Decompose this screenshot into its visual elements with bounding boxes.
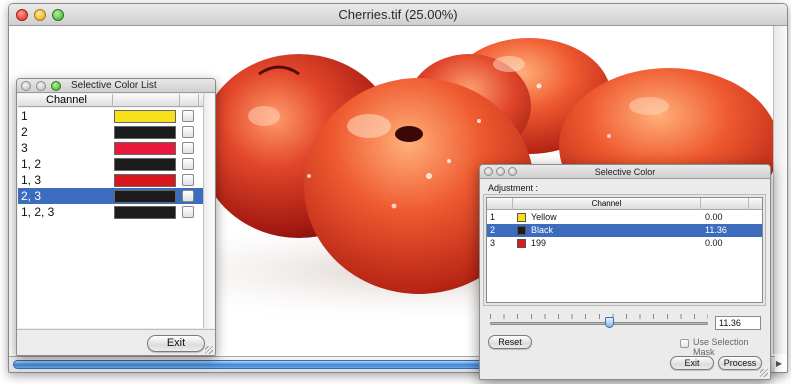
exit-button[interactable]: Exit	[670, 356, 714, 370]
channel-label: 3	[21, 141, 28, 155]
channel-table: Channel 1 Yellow 0.00 2 Black 11.36 3 19…	[486, 197, 763, 303]
selective-color-window: Selective Color Adjustment : Channel 1 Y…	[479, 164, 771, 380]
zoom-button[interactable]	[52, 9, 64, 21]
document-title-bar[interactable]: Cherries.tif (25.00%)	[9, 4, 787, 26]
list-item[interactable]: 3	[18, 140, 204, 156]
value-column-header[interactable]	[701, 198, 749, 210]
process-button[interactable]: Process	[718, 356, 762, 370]
selective-color-list-title-bar[interactable]: Selective Color List	[17, 79, 215, 93]
channel-checkbox[interactable]	[182, 142, 194, 154]
color-swatch[interactable]	[114, 126, 176, 139]
row-index: 1	[490, 212, 496, 222]
table-row[interactable]: 1 Yellow 0.00	[487, 211, 762, 224]
close-button[interactable]	[16, 9, 28, 21]
resize-grip-icon[interactable]	[760, 369, 768, 377]
channel-label: 2	[21, 125, 28, 139]
channel-table-header: Channel	[487, 198, 762, 210]
color-swatch	[517, 226, 526, 235]
table-row-selected[interactable]: 2 Black 11.36	[487, 224, 762, 237]
list-footer: Exit	[17, 329, 215, 355]
channel-name: Yellow	[531, 212, 557, 222]
selective-color-title-bar[interactable]: Selective Color	[480, 165, 770, 179]
slider-ticks	[490, 314, 708, 319]
channel-label: 2, 3	[21, 189, 42, 203]
minimize-button[interactable]	[34, 9, 46, 21]
resize-grip-icon[interactable]	[205, 346, 213, 354]
color-swatch[interactable]	[114, 158, 176, 171]
close-button[interactable]	[484, 167, 493, 176]
check-column-header[interactable]	[180, 94, 199, 107]
row-index: 2	[490, 225, 496, 235]
color-swatch[interactable]	[114, 206, 176, 219]
list-header: Channel	[18, 94, 204, 107]
list-item[interactable]: 1	[18, 108, 204, 124]
color-swatch[interactable]	[114, 190, 176, 203]
channel-column-header[interactable]: Channel	[18, 94, 113, 107]
slider-value-field[interactable]: 11.36	[715, 316, 761, 330]
list-item[interactable]: 1, 2, 3	[18, 204, 204, 220]
color-column-header[interactable]	[113, 94, 180, 107]
channel-value: 11.36	[705, 225, 727, 235]
index-column-header[interactable]	[487, 198, 513, 210]
minimize-button[interactable]	[496, 167, 505, 176]
channel-checkbox[interactable]	[182, 190, 194, 202]
use-selection-mask-label: Use Selection Mask	[693, 337, 749, 357]
channel-column-header[interactable]: Channel	[513, 198, 701, 210]
list-scrollbar[interactable]	[203, 94, 214, 328]
document-title: Cherries.tif (25.00%)	[338, 7, 458, 22]
zoom-button[interactable]	[508, 167, 517, 176]
channel-checkbox[interactable]	[182, 158, 194, 170]
channel-name: 199	[531, 238, 547, 248]
minimize-button[interactable]	[36, 81, 46, 91]
scroll-right-icon[interactable]: ▶	[773, 357, 785, 371]
channel-name: Black	[531, 225, 554, 235]
channel-checkbox[interactable]	[182, 206, 194, 218]
channel-checkbox[interactable]	[182, 126, 194, 138]
zoom-button[interactable]	[51, 81, 61, 91]
list-item-selected[interactable]: 2, 3	[18, 188, 204, 204]
reset-button[interactable]: Reset	[488, 335, 532, 349]
channel-label: 1, 2, 3	[21, 205, 55, 219]
use-selection-mask-checkbox[interactable]	[680, 339, 689, 348]
exit-button[interactable]: Exit	[147, 335, 205, 352]
channel-value: 0.00	[705, 238, 723, 248]
list-item[interactable]: 2	[18, 124, 204, 140]
list-item[interactable]: 1, 2	[18, 156, 204, 172]
adjustment-label: Adjustment :	[488, 183, 539, 193]
row-index: 3	[490, 238, 496, 248]
selective-color-list-title: Selective Color List	[71, 80, 157, 91]
color-swatch[interactable]	[114, 174, 176, 187]
slider-knob[interactable]	[604, 317, 614, 328]
channel-checkbox[interactable]	[182, 174, 194, 186]
vertical-scrollbar[interactable]	[773, 26, 787, 354]
list-item[interactable]: 1, 3	[18, 172, 204, 188]
channel-label: 1, 3	[21, 173, 42, 187]
selective-color-list-window: Selective Color List Channel 1 2 3 1, 2 …	[16, 78, 216, 356]
table-row[interactable]: 3 199 0.00	[487, 237, 762, 250]
color-swatch[interactable]	[114, 110, 176, 123]
channel-list: 1 2 3 1, 2 1, 3 2, 3 1, 2, 3	[18, 108, 204, 328]
close-button[interactable]	[21, 81, 31, 91]
color-swatch	[517, 239, 526, 248]
color-swatch[interactable]	[114, 142, 176, 155]
channel-checkbox[interactable]	[182, 110, 194, 122]
color-swatch	[517, 213, 526, 222]
selective-color-title: Selective Color	[594, 167, 656, 177]
adjustment-slider[interactable]	[490, 322, 708, 325]
channel-label: 1, 2	[21, 157, 42, 171]
channel-value: 0.00	[705, 212, 723, 222]
channel-label: 1	[21, 109, 28, 123]
